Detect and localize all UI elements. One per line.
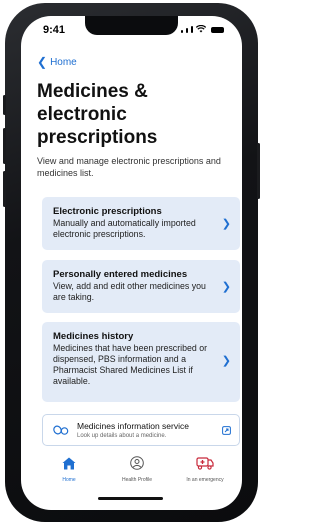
card-title: Electronic prescriptions bbox=[53, 206, 162, 217]
battery-icon bbox=[211, 27, 224, 33]
card-description: Medicines that have been prescribed or d… bbox=[53, 343, 208, 386]
card-title: Medicines history bbox=[53, 331, 134, 342]
chevron-right-icon: ❯ bbox=[221, 355, 231, 367]
status-icons bbox=[181, 25, 224, 33]
wifi-icon bbox=[196, 25, 206, 33]
back-label: Home bbox=[50, 56, 77, 68]
profile-icon bbox=[130, 456, 144, 470]
power-button bbox=[257, 143, 260, 199]
volume-up-button bbox=[3, 128, 6, 164]
card-medicines-history[interactable]: Medicines history Medicines that have be… bbox=[42, 322, 240, 402]
page-subtitle: View and manage electronic prescriptions… bbox=[37, 156, 221, 178]
chevron-right-icon: ❯ bbox=[221, 218, 231, 230]
home-icon bbox=[62, 457, 76, 470]
page-title: Medicines & electronic prescriptions bbox=[37, 81, 158, 148]
notch bbox=[85, 16, 178, 35]
chevron-left-icon: ❮ bbox=[37, 55, 48, 69]
back-button[interactable]: ❮ Home bbox=[37, 55, 77, 69]
tab-bar: Home Health Profile In an emergency bbox=[37, 454, 237, 492]
tab-label: Health Profile bbox=[121, 477, 152, 483]
info-service-title: Medicines information service bbox=[77, 421, 189, 431]
tab-in-an-emergency[interactable]: In an emergency bbox=[175, 454, 235, 483]
tab-health-profile[interactable]: Health Profile bbox=[107, 454, 167, 483]
card-electronic-prescriptions[interactable]: Electronic prescriptions Manually and au… bbox=[42, 197, 240, 250]
pill-icon bbox=[53, 425, 69, 435]
info-service-description: Look up details about a medicine. bbox=[77, 433, 167, 439]
card-title: Personally entered medicines bbox=[53, 269, 188, 280]
status-time: 9:41 bbox=[43, 24, 66, 36]
chevron-right-icon: ❯ bbox=[221, 281, 231, 293]
tab-label: In an emergency bbox=[186, 477, 224, 483]
medicines-information-service[interactable]: Medicines information service Look up de… bbox=[42, 414, 240, 446]
card-personally-entered-medicines[interactable]: Personally entered medicines View, add a… bbox=[42, 260, 240, 313]
card-description: View, add and edit other medicines you a… bbox=[53, 281, 206, 302]
tab-home[interactable]: Home bbox=[39, 454, 99, 483]
external-link-icon bbox=[222, 426, 231, 435]
signal-icon bbox=[181, 30, 183, 33]
volume-down-button bbox=[3, 171, 6, 207]
home-indicator bbox=[98, 497, 163, 500]
silent-switch bbox=[3, 95, 6, 115]
tab-label: Home bbox=[62, 477, 76, 483]
card-description: Manually and automatically imported elec… bbox=[53, 218, 196, 239]
emergency-icon bbox=[196, 457, 214, 470]
